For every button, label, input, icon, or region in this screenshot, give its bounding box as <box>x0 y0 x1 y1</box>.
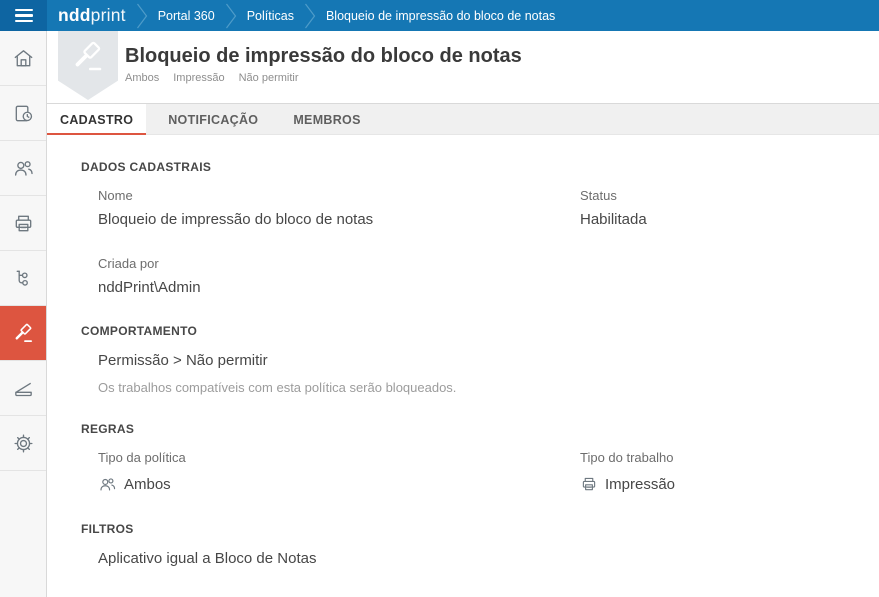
dados-row-2: Criada por nddPrint\Admin <box>47 256 879 296</box>
breadcrumb-chevron-icon <box>136 3 148 29</box>
permission-description: Os trabalhos compatíveis com esta políti… <box>98 380 879 395</box>
field-criada-por: Criada por nddPrint\Admin <box>98 256 580 296</box>
printer-icon <box>580 475 598 493</box>
policy-badge <box>58 31 118 100</box>
field-value-criada-por: nddPrint\Admin <box>98 279 580 296</box>
field-label-tipo-trabalho: Tipo do trabalho <box>580 450 879 465</box>
section-title-dados-cadastrais: DADOS CADASTRAIS <box>81 160 879 174</box>
tab-cadastro[interactable]: CADASTRO <box>47 104 146 136</box>
breadcrumb-chevron-icon <box>304 3 316 29</box>
policy-tags: Ambos Impressão Não permitir <box>125 72 522 84</box>
breadcrumb-chevron-icon <box>225 3 237 29</box>
filtros-body: Aplicativo igual a Bloco de Notas <box>47 550 879 567</box>
policy-tag-permission: Não permitir <box>239 72 299 84</box>
gavel-icon <box>12 322 35 345</box>
gavel-icon <box>70 39 106 75</box>
policy-tag-jobtype: Impressão <box>173 72 224 84</box>
workflow-icon <box>12 267 35 290</box>
breadcrumb-item-politicas[interactable]: Políticas <box>247 9 294 23</box>
field-value-tipo-politica: Ambos <box>98 475 580 494</box>
section-title-filtros: FILTROS <box>81 522 879 536</box>
tab-notificacao[interactable]: NOTIFICAÇÃO <box>155 104 271 136</box>
dados-row-1: Nome Bloqueio de impressão do bloco de n… <box>47 188 879 228</box>
section-title-comportamento: COMPORTAMENTO <box>81 324 879 338</box>
sidebar-item-printers[interactable] <box>0 196 46 251</box>
field-label-tipo-politica: Tipo da política <box>98 450 580 465</box>
field-label-nome: Nome <box>98 188 580 203</box>
tab-bar: CADASTRO NOTIFICAÇÃO MEMBROS <box>47 103 879 135</box>
sidebar-item-home[interactable] <box>0 31 46 86</box>
sidebar <box>0 31 47 597</box>
sidebar-item-scanner[interactable] <box>0 361 46 416</box>
breadcrumb-item-current-policy: Bloqueio de impressão do bloco de notas <box>326 9 555 23</box>
menu-button[interactable] <box>0 0 47 31</box>
field-label-status: Status <box>580 188 879 203</box>
field-value-status: Habilitada <box>580 211 879 228</box>
tab-content-cadastro: DADOS CADASTRAIS Nome Bloqueio de impres… <box>47 135 879 597</box>
section-title-regras: REGRAS <box>81 422 879 436</box>
main-panel: Bloqueio de impressão do bloco de notas … <box>47 31 879 597</box>
policy-tag-scope: Ambos <box>125 72 159 84</box>
users-icon <box>98 475 117 494</box>
sidebar-item-users[interactable] <box>0 141 46 196</box>
tab-membros[interactable]: MEMBROS <box>280 104 373 136</box>
field-value-nome: Bloqueio de impressão do bloco de notas <box>98 211 580 228</box>
comportamento-body: Permissão > Não permitir Os trabalhos co… <box>47 352 879 395</box>
hamburger-icon <box>15 9 33 11</box>
settings-icon <box>12 432 35 455</box>
topbar: nddprint Portal 360 Políticas Bloqueio d… <box>0 0 879 31</box>
sidebar-item-workflow[interactable] <box>0 251 46 306</box>
brand-print: print <box>91 5 126 25</box>
field-nome: Nome Bloqueio de impressão do bloco de n… <box>98 188 580 228</box>
page-header: Bloqueio de impressão do bloco de notas … <box>47 31 879 103</box>
report-icon <box>12 102 35 125</box>
scanner-icon <box>12 377 35 400</box>
brand-ndd: ndd <box>58 5 91 25</box>
filter-value: Aplicativo igual a Bloco de Notas <box>98 550 879 567</box>
field-label-criada-por: Criada por <box>98 256 580 271</box>
home-icon <box>12 47 35 70</box>
sidebar-item-settings[interactable] <box>0 416 46 471</box>
app-window: nddprint Portal 360 Políticas Bloqueio d… <box>0 0 879 597</box>
field-tipo-politica: Tipo da política Ambos <box>98 450 580 494</box>
sidebar-item-reports[interactable] <box>0 86 46 141</box>
breadcrumb-item-portal360[interactable]: Portal 360 <box>158 9 215 23</box>
field-status: Status Habilitada <box>580 188 879 228</box>
printer-icon <box>12 212 35 235</box>
brand-logo[interactable]: nddprint <box>58 5 126 26</box>
sidebar-item-policies[interactable] <box>0 306 46 361</box>
regras-row: Tipo da política Ambos Tipo do trabalho <box>47 450 879 494</box>
field-value-tipo-trabalho: Impressão <box>580 475 879 493</box>
permission-value: Permissão > Não permitir <box>98 352 879 369</box>
page-title: Bloqueio de impressão do bloco de notas <box>125 44 522 68</box>
users-icon <box>12 157 35 180</box>
field-tipo-trabalho: Tipo do trabalho Impressão <box>580 450 879 494</box>
